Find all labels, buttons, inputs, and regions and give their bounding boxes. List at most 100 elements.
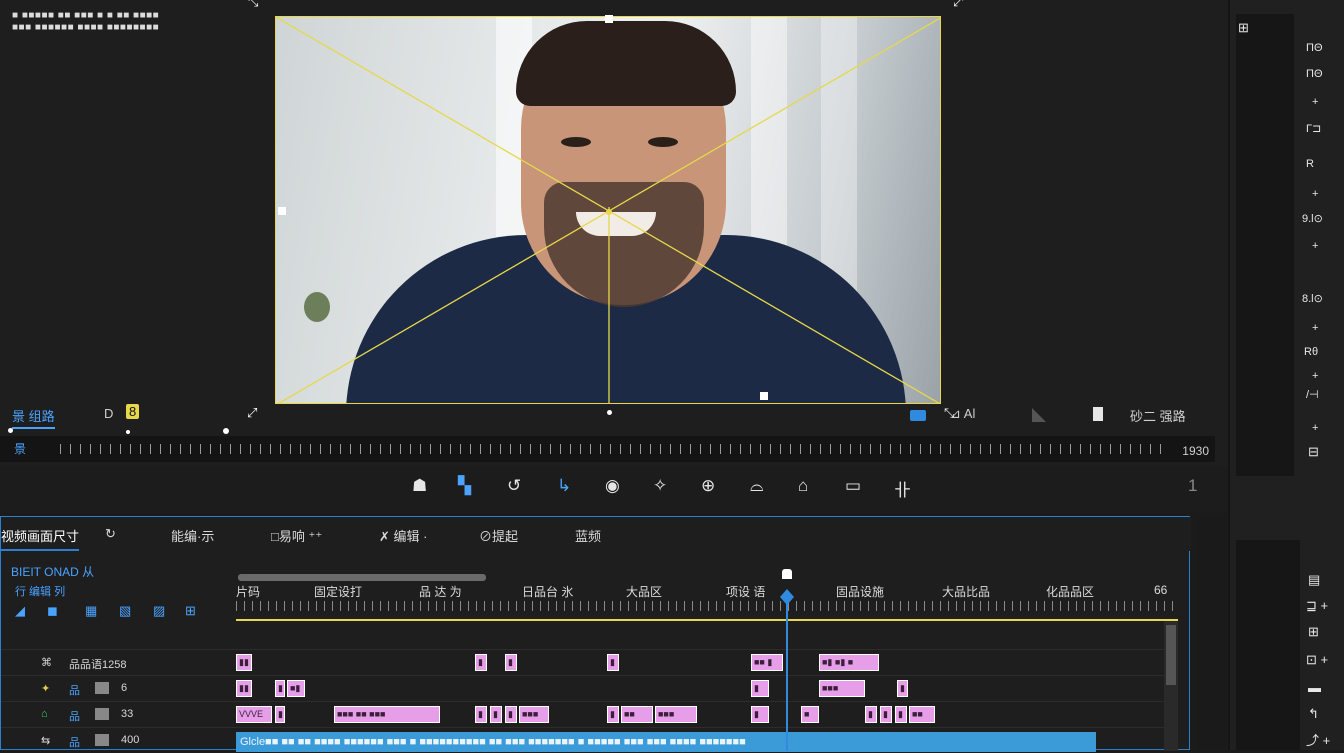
video-clip[interactable]: ▮ (865, 706, 877, 723)
add-icon[interactable]: + (1312, 188, 1318, 200)
video-clip[interactable]: ■■■ (819, 680, 865, 697)
header-icon[interactable]: ⊞ (185, 603, 196, 619)
video-clip[interactable]: ■■ ▮ (751, 654, 783, 671)
timeline-scrollbar[interactable] (1164, 621, 1178, 751)
video-clip[interactable]: ■■■ (519, 706, 549, 723)
video-clip[interactable]: ■▮ (287, 680, 305, 697)
video-clip[interactable]: ▮ (505, 654, 517, 671)
scrub-dot[interactable] (223, 428, 229, 434)
video-clip[interactable]: ▮ (751, 680, 769, 697)
mode-icon-d[interactable]: D (104, 406, 113, 421)
rp-item-9[interactable]: ⊟ (1308, 444, 1319, 460)
video-clip[interactable]: ▮ (751, 706, 769, 723)
scrub-dot[interactable] (8, 428, 13, 433)
rp-lower-4[interactable]: ⊡ + (1306, 652, 1328, 668)
hook-tool-icon[interactable]: ↳ (557, 476, 571, 496)
timeline-ruler[interactable]: 片码 固定设打 品 达 为 日品台 氷 大品区 项设 语 固品设施 大品比品 化… (236, 583, 1178, 611)
rp-item-5[interactable]: 9.l⊙ (1302, 212, 1323, 225)
track-icon[interactable]: ✦ (41, 682, 50, 695)
video-clip[interactable]: ▮ (607, 654, 619, 671)
rp-item-6[interactable]: 8.l⊙ (1302, 292, 1323, 305)
bowl-tool-icon[interactable]: ⌓ (750, 476, 763, 496)
home-tool-icon[interactable]: ⌂ (798, 476, 808, 496)
lock-icon[interactable] (95, 734, 109, 746)
rp-lower-6[interactable]: ↰ (1308, 706, 1319, 722)
video-frame[interactable] (275, 16, 941, 404)
video-clip[interactable]: ▮▮ (236, 680, 252, 697)
corner-rotate-icon[interactable]: ⤡ (248, 0, 258, 10)
resize-handle-bottom[interactable] (760, 392, 768, 400)
tab-easy[interactable]: □易响 ⁺⁺ (271, 526, 322, 545)
add-icon[interactable]: + (1312, 322, 1318, 334)
header-icon[interactable]: ▧ (119, 603, 131, 619)
video-clip[interactable]: ▮ (490, 706, 502, 723)
tab-lift[interactable]: ⊘提起 (479, 526, 518, 545)
video-clip[interactable]: ■■■ ■■ ■■■ (334, 706, 440, 723)
work-area-bar[interactable] (238, 574, 486, 581)
video-clip[interactable]: VVVE (236, 706, 272, 723)
video-clip[interactable]: ▮ (607, 706, 619, 723)
scrub-dot[interactable] (126, 430, 130, 434)
tab-video-size[interactable]: 视频画面尺寸 (1, 526, 80, 551)
blue-toggle-icon[interactable] (910, 410, 926, 421)
add-icon[interactable]: + (1312, 240, 1318, 252)
header-icon[interactable]: ▦ (85, 603, 97, 619)
rp-item-4[interactable]: R (1306, 158, 1314, 170)
rp-lower-5[interactable]: ▬ (1308, 680, 1321, 695)
rp-lower-1[interactable]: ▤ (1308, 572, 1320, 588)
resize-handle-left[interactable] (278, 207, 286, 215)
video-clip[interactable]: ▮ (475, 706, 487, 723)
anchor-dot[interactable] (607, 410, 612, 415)
slope-icon[interactable] (1032, 408, 1046, 422)
add-icon[interactable]: + (1312, 422, 1318, 434)
tab-edit[interactable]: 能编·示 (171, 526, 214, 545)
add-icon[interactable]: + (1312, 96, 1318, 108)
playhead-marker-icon[interactable] (782, 569, 792, 579)
tab-blue[interactable]: 蓝频 (575, 526, 601, 545)
target-tool-icon[interactable]: ◉ (605, 476, 620, 496)
resize-handle-top[interactable] (605, 15, 613, 23)
select-tool-icon[interactable]: ☗ (412, 476, 427, 496)
rp-item-1[interactable]: ΠΘ (1306, 42, 1323, 54)
video-clip[interactable]: ■■■ (655, 706, 697, 723)
rp-lower-3[interactable]: ⊞ (1308, 624, 1319, 640)
video-clip[interactable]: ▮ (505, 706, 517, 723)
track-icon[interactable]: ⌂ (41, 708, 48, 720)
preview-mode-label[interactable]: 景 组路 (12, 406, 55, 429)
video-clip[interactable]: ■■ (621, 706, 653, 723)
video-clip[interactable]: ▮ (897, 680, 908, 697)
rp-item-8[interactable]: /⊣ (1306, 388, 1319, 401)
video-clip[interactable]: ▮▮ (236, 654, 252, 671)
header-icon[interactable]: ◢ (15, 603, 25, 619)
rp-lower-7[interactable]: ⤴ + (1306, 730, 1330, 749)
header-icon[interactable]: ▨ (153, 603, 165, 619)
grid-icon[interactable]: ⊞ (1238, 20, 1249, 36)
audio-clip[interactable]: Glcle■■ ■■ ■■ ■■■■ ■■■■■■ ■■■ ■ ■■■■■■■■… (236, 732, 1096, 752)
header-icon[interactable]: ◼ (47, 603, 58, 619)
lock-icon[interactable] (95, 682, 109, 694)
playhead-line[interactable] (786, 601, 788, 751)
video-clip[interactable]: ▮ (275, 706, 285, 723)
rotate-tool-icon[interactable]: ↺ (507, 476, 521, 496)
track-icon[interactable]: ⌘ (41, 656, 52, 669)
video-clip[interactable]: ■■ (909, 706, 935, 723)
crop-tool-icon[interactable]: ▚ (458, 476, 471, 496)
rp-item-2[interactable]: ΠΘ (1306, 68, 1323, 80)
doc-icon[interactable] (1093, 407, 1103, 421)
monitor-tool-icon[interactable]: ▭ (845, 476, 861, 496)
corner-rotate-icon[interactable]: ⤢ (247, 405, 257, 421)
magic-tool-icon[interactable]: ✧ (653, 476, 667, 496)
scrollbar-thumb[interactable] (1166, 625, 1176, 685)
corner-rotate-icon[interactable]: ⤢ (953, 0, 963, 10)
mode-icon-8[interactable]: 8 (126, 404, 140, 419)
rp-item-7[interactable]: Rθ (1304, 346, 1318, 358)
video-clip[interactable]: ▮ (475, 654, 487, 671)
tab-trim[interactable]: ✗ 编辑 · (379, 526, 427, 545)
track-icon[interactable]: ⇆ (41, 734, 50, 747)
video-clip[interactable]: ■▮ ■▮ ■ (819, 654, 879, 671)
video-clip[interactable]: ■ (801, 706, 819, 723)
tab-refresh[interactable]: ↻ (105, 526, 116, 542)
video-clip[interactable]: ▮ (275, 680, 285, 697)
add-icon[interactable]: + (1312, 370, 1318, 382)
globe-tool-icon[interactable]: ⊕ (701, 476, 715, 496)
